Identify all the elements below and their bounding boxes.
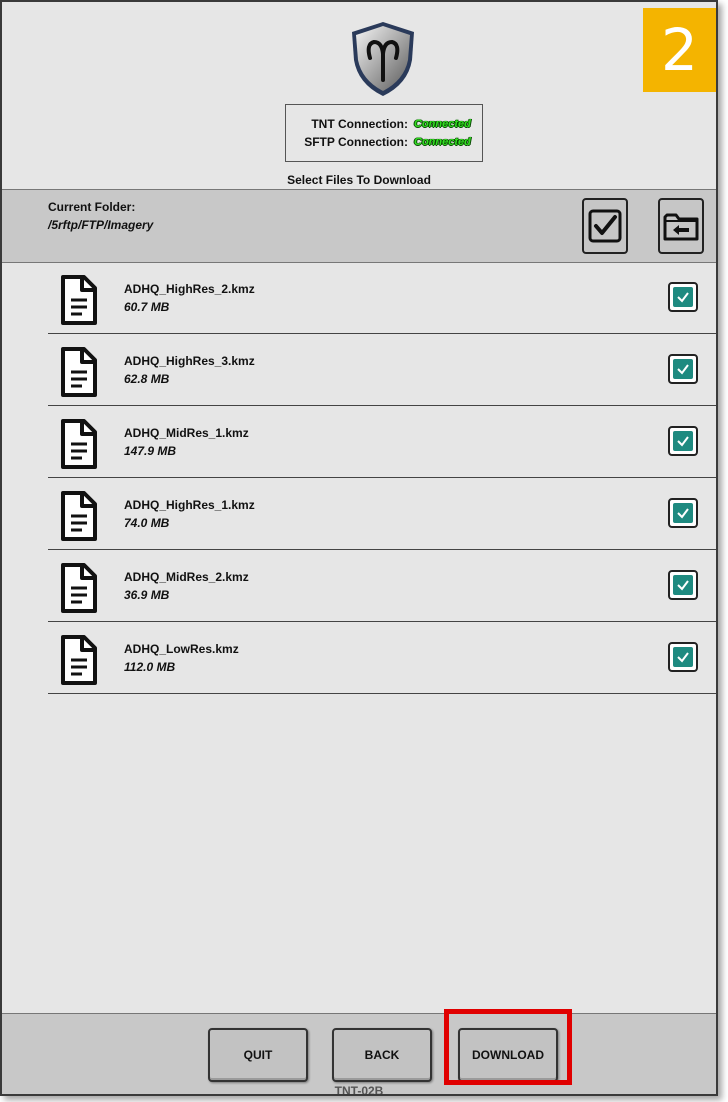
- list-item[interactable]: ADHQ_LowRes.kmz 112.0 MB: [48, 622, 716, 694]
- file-size: 74.0 MB: [124, 516, 170, 530]
- file-size: 147.9 MB: [124, 444, 177, 458]
- checkbox-checked-icon: [673, 575, 693, 595]
- sftp-connection-row: SFTP Connection: Connected: [292, 133, 482, 151]
- tnt-connection-row: TNT Connection: Connected: [292, 115, 482, 133]
- checkbox-checked-icon: [673, 359, 693, 379]
- folder-back-icon: [663, 213, 699, 241]
- checkbox-checked-icon: [673, 287, 693, 307]
- connection-status-box: TNT Connection: Connected SFTP Connectio…: [285, 104, 483, 162]
- header: 2 TNT Connection: Connected SFTP Connect…: [2, 2, 716, 188]
- sftp-connection-label: SFTP Connection:: [304, 135, 408, 149]
- footer-bar: QUIT BACK DOWNLOAD TNT-02B: [2, 1013, 716, 1096]
- app-window: 2 TNT Connection: Connected SFTP Connect…: [0, 0, 718, 1096]
- file-list: ADHQ_HighRes_2.kmz 60.7 MB ADHQ_HighRes_…: [2, 262, 716, 694]
- checkbox-checked-icon: [673, 503, 693, 523]
- file-icon: [61, 347, 97, 397]
- file-checkbox[interactable]: [668, 426, 698, 456]
- file-name: ADHQ_HighRes_2.kmz: [124, 282, 255, 296]
- file-name: ADHQ_HighRes_3.kmz: [124, 354, 255, 368]
- file-icon: [61, 563, 97, 613]
- file-icon: [61, 275, 97, 325]
- checkbox-checked-icon: [673, 647, 693, 667]
- current-folder-bar: Current Folder: /5rftp/FTP/Imagery: [2, 189, 716, 263]
- current-folder-label: Current Folder:: [48, 200, 136, 214]
- file-name: ADHQ_LowRes.kmz: [124, 642, 239, 656]
- file-size: 62.8 MB: [124, 372, 170, 386]
- list-item[interactable]: ADHQ_HighRes_1.kmz 74.0 MB: [48, 478, 716, 550]
- file-size: 60.7 MB: [124, 300, 170, 314]
- list-item[interactable]: ADHQ_HighRes_2.kmz 60.7 MB: [48, 262, 716, 334]
- file-name: ADHQ_MidRes_1.kmz: [124, 426, 249, 440]
- back-button[interactable]: BACK: [332, 1028, 432, 1082]
- page-title: Select Files To Download: [287, 173, 431, 187]
- file-checkbox[interactable]: [668, 570, 698, 600]
- file-name: ADHQ_HighRes_1.kmz: [124, 498, 255, 512]
- list-item[interactable]: ADHQ_MidRes_2.kmz 36.9 MB: [48, 550, 716, 622]
- list-item[interactable]: ADHQ_MidRes_1.kmz 147.9 MB: [48, 406, 716, 478]
- file-checkbox[interactable]: [668, 498, 698, 528]
- current-folder-path: /5rftp/FTP/Imagery: [48, 218, 154, 232]
- file-size: 112.0 MB: [124, 660, 176, 674]
- tnt-connection-status: Connected: [414, 118, 471, 130]
- checkbox-checked-icon: [673, 431, 693, 451]
- file-icon: [61, 635, 97, 685]
- device-id: TNT-02B: [334, 1084, 384, 1096]
- step-badge: 2: [643, 8, 716, 92]
- select-all-button[interactable]: [582, 198, 628, 254]
- parent-folder-button[interactable]: [658, 198, 704, 254]
- file-checkbox[interactable]: [668, 354, 698, 384]
- file-checkbox[interactable]: [668, 642, 698, 672]
- aries-shield-icon: [352, 22, 414, 96]
- list-item[interactable]: ADHQ_HighRes_3.kmz 62.8 MB: [48, 334, 716, 406]
- sftp-connection-status: Connected: [414, 136, 471, 148]
- file-icon: [61, 491, 97, 541]
- file-icon: [61, 419, 97, 469]
- download-button[interactable]: DOWNLOAD: [458, 1028, 558, 1082]
- quit-button[interactable]: QUIT: [208, 1028, 308, 1082]
- file-checkbox[interactable]: [668, 282, 698, 312]
- file-name: ADHQ_MidRes_2.kmz: [124, 570, 249, 584]
- file-size: 36.9 MB: [124, 588, 170, 602]
- check-square-icon: [588, 209, 622, 243]
- tnt-connection-label: TNT Connection:: [311, 117, 408, 131]
